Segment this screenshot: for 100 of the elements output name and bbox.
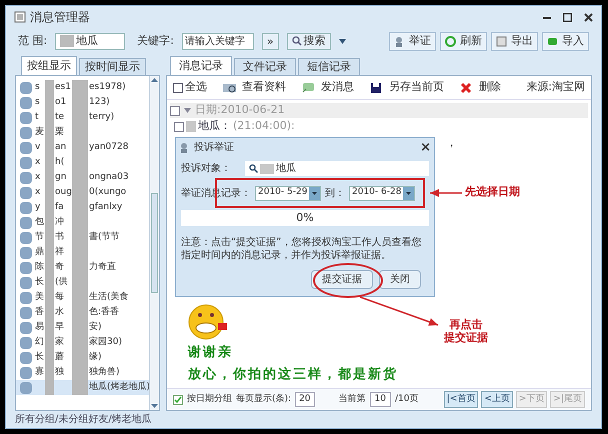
avatar-placeholder (20, 352, 32, 364)
annotation-text: 先选择日期 (465, 185, 520, 198)
expand-button[interactable]: » (262, 32, 279, 50)
toolbar-button[interactable]: 举证 (389, 32, 436, 50)
sender-name: 地瓜： (198, 118, 231, 134)
tab[interactable]: 短信记录 (298, 58, 360, 75)
toolbar-button[interactable]: 刷新 (440, 32, 487, 50)
date-field[interactable]: 2010- 6-28 (349, 186, 415, 200)
target-field[interactable]: 地瓜 (245, 161, 429, 176)
page-button[interactable]: <上页 (481, 391, 513, 408)
avatar-placeholder (20, 292, 32, 304)
keyword-label: 关键字: (137, 32, 174, 49)
maximize-icon (563, 12, 572, 22)
dialog-button[interactable]: 提交证据 (311, 270, 373, 289)
range-field[interactable]: 地瓜 (55, 32, 126, 50)
field-label: 投诉对象： (181, 162, 231, 176)
current-page-field[interactable]: 10 (370, 392, 391, 408)
avatar-placeholder (20, 112, 32, 124)
avatar-placeholder (20, 366, 32, 378)
avatar-placeholder (20, 322, 32, 334)
tab[interactable]: 按时间显示 (79, 58, 146, 75)
redaction-block (45, 380, 54, 395)
dialog-button[interactable]: 关闭 (379, 270, 421, 289)
contact-item[interactable]: x h( (16, 155, 149, 170)
status-text: 所有分组/未分组好友/烤老地瓜 (15, 412, 152, 427)
avatar-placeholder (20, 156, 32, 168)
date-group-label: 日期:2010-06-21 (195, 102, 285, 118)
message-icon (302, 82, 315, 94)
range-value: 地瓜 (76, 32, 98, 49)
redaction-block (72, 80, 88, 95)
contact-item[interactable]: t te terry) (16, 110, 149, 125)
avatar-placeholder (20, 186, 32, 198)
scroll-up-icon (150, 76, 159, 84)
document-icon (14, 11, 26, 23)
note-text: 注意：点击“提交证据”，您将授权淘宝工作人员查看您指定时间内的消息记录，并作为投诉举报证据。 (181, 236, 422, 262)
contact-item[interactable]: x oug 0(xungo (16, 185, 149, 200)
dialog-title: 投诉举证 (194, 140, 234, 154)
select-all-checkbox[interactable]: 全选 (173, 79, 207, 96)
contact-item[interactable]: 长 蘑 缘) (16, 350, 149, 365)
action-button[interactable]: 另存当前页 (370, 79, 444, 96)
toolbar-button[interactable]: 导入 (542, 32, 589, 50)
redaction-block (72, 380, 88, 395)
search-button[interactable]: 搜索 (286, 32, 331, 50)
officer-icon (179, 142, 190, 152)
dropdown-caret-icon (309, 186, 320, 200)
close-button[interactable]: × (420, 140, 431, 154)
checkbox[interactable] (174, 122, 184, 132)
contact-item[interactable]: 美 每 生活(美食 (16, 290, 149, 305)
contact-item[interactable]: 麦 栗 (16, 125, 149, 140)
group-by-date-checkbox[interactable]: 按日期分组 (173, 392, 232, 406)
per-page-field[interactable]: 20 (295, 392, 315, 408)
smiley-face-icon (188, 303, 228, 341)
contact-item[interactable]: 鼎 祥 (16, 245, 149, 260)
date-field[interactable]: 2010- 5-29 (255, 186, 321, 200)
checkbox[interactable] (170, 106, 180, 116)
page-button[interactable]: |<首页 (444, 391, 478, 408)
contact-item[interactable]: s o1 123) (16, 95, 149, 110)
message-time: (21:04:00): (233, 118, 295, 134)
scrollbar-thumb[interactable] (151, 193, 158, 293)
redaction-block (260, 164, 274, 174)
contact-item[interactable]: 易 早 安) (16, 320, 149, 335)
window-title: 消息管理器 (30, 9, 90, 26)
contact-item[interactable]: 包 冲 (16, 215, 149, 230)
avatar-placeholder (20, 276, 32, 288)
action-button[interactable]: 删除 (460, 79, 501, 96)
contact-item[interactable]: v an yan0728 (16, 140, 149, 155)
refresh-icon (445, 36, 456, 46)
dropdown-caret-icon (403, 186, 414, 200)
action-button[interactable]: 发消息 (302, 79, 354, 96)
scrollbar[interactable] (149, 76, 159, 410)
keyword-field[interactable]: 请输入关键字 (182, 32, 254, 50)
field-label: 到： (325, 186, 345, 200)
avatar-placeholder (20, 96, 32, 108)
redaction-block (186, 121, 196, 132)
avatar-placeholder (20, 306, 32, 318)
toolbar-button[interactable]: 导出 (491, 32, 538, 50)
dropdown-caret-icon (338, 38, 346, 44)
search-icon (249, 164, 258, 173)
action-button[interactable]: 查看资料 (223, 79, 286, 96)
tab[interactable]: 消息记录 (170, 56, 232, 75)
avatar-placeholder (20, 246, 32, 258)
contact-item[interactable]: y fa gfanlxy (16, 200, 149, 215)
tab[interactable]: 文件记录 (234, 58, 296, 75)
contact-item[interactable]: x gn ongna03 (16, 170, 149, 185)
contact-item[interactable]: 幻 家 家园30) (16, 335, 149, 350)
total-pages-label: /10页 (394, 392, 418, 406)
contact-item[interactable]: 陈 奇 力奇直 (16, 260, 149, 275)
tab[interactable]: 按组显示 (21, 56, 77, 75)
officer-icon (394, 36, 405, 46)
minimize-icon (543, 16, 551, 18)
current-page-label: 当前第 (338, 392, 366, 406)
contact-item[interactable]: 香 水 色:香香 (16, 305, 149, 320)
contact-item[interactable]: s es1 es1978) (16, 80, 149, 95)
close-icon (584, 12, 593, 22)
contact-item[interactable]: 寡 独 独角兽) (16, 365, 149, 380)
contact-item[interactable]: 节 书 書(节节 (16, 230, 149, 245)
avatar-placeholder (20, 142, 32, 154)
contact-item[interactable]: 地瓜(烤老地瓜) (16, 380, 149, 395)
message-text: ， (446, 136, 457, 149)
contact-item[interactable]: 长 (供 (16, 275, 149, 290)
